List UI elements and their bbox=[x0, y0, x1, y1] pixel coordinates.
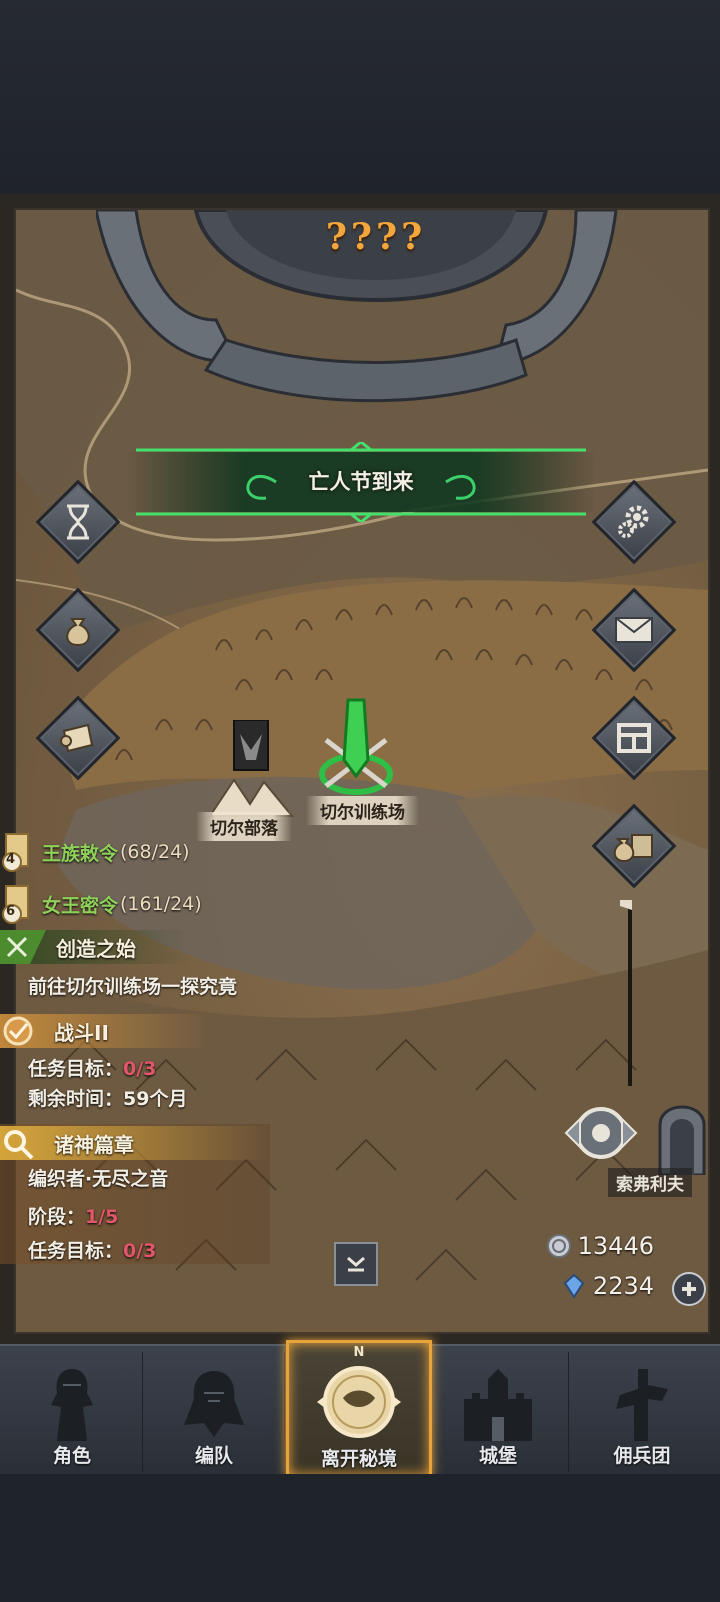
event-banner[interactable]: 亡人节到来 bbox=[126, 440, 596, 524]
supplies-button[interactable] bbox=[591, 803, 677, 889]
quest-creation-desc[interactable]: 前往切尔训练场一探究竟 bbox=[28, 972, 237, 999]
mercenary-icon bbox=[616, 1369, 668, 1441]
scroll-icon bbox=[60, 723, 94, 753]
bottom-nav: 角色 编队 N 离开秘境 城堡 佣兵团 bbox=[0, 1340, 720, 1478]
banner-text: 亡人节到来 bbox=[308, 470, 414, 494]
training-ground-label[interactable]: 切尔训练场 bbox=[306, 796, 419, 825]
quest-panel: 4 王族敕令 (68/24) 6 女王密令 (161/24) 创造之始 前往切尔… bbox=[0, 828, 330, 1268]
hourglass-button[interactable] bbox=[35, 479, 121, 565]
plus-icon bbox=[682, 1282, 696, 1296]
bottom-blank-bar bbox=[0, 1474, 720, 1602]
compass-north-letter: N bbox=[353, 1345, 365, 1360]
tribe-marker[interactable] bbox=[206, 720, 296, 820]
silver-coin-icon bbox=[546, 1234, 571, 1258]
quest-royal-decree-title: 王族敕令 bbox=[42, 842, 119, 865]
quest-royal-decree-count: (68/24) bbox=[120, 841, 190, 863]
quest-gods-goal[interactable]: 任务目标：0/3 bbox=[28, 1236, 156, 1263]
quest-queen-secret-count: (161/24) bbox=[120, 893, 202, 915]
formation-helmet-icon bbox=[184, 1371, 244, 1437]
compass-icon bbox=[317, 1366, 401, 1438]
castle-gate-icon[interactable] bbox=[656, 1095, 708, 1175]
hourglass-icon bbox=[67, 504, 89, 540]
bag-button[interactable] bbox=[35, 587, 121, 673]
quest-battle-goal[interactable]: 任务目标：0/3 bbox=[28, 1054, 156, 1081]
battle-badge-icon bbox=[3, 1016, 33, 1046]
quest-battle-header[interactable]: 战斗II bbox=[0, 1014, 210, 1048]
crossed-swords-icon bbox=[0, 930, 46, 964]
quest-gods-stage[interactable]: 阶段：1/5 bbox=[28, 1202, 118, 1229]
castle-icon bbox=[464, 1369, 532, 1441]
quest-gods-header[interactable]: 诸神篇章 bbox=[0, 1126, 270, 1160]
collapse-panel-button[interactable] bbox=[334, 1242, 378, 1286]
locate-button[interactable] bbox=[546, 1095, 656, 1171]
city-label[interactable]: 索弗利夫 bbox=[608, 1168, 692, 1197]
quest-royal-decree[interactable]: 4 王族敕令 (68/24) bbox=[0, 832, 190, 872]
quest-creation-header[interactable]: 创造之始 bbox=[0, 930, 190, 964]
crate-bag-icon bbox=[613, 834, 653, 863]
mail-button[interactable] bbox=[591, 587, 677, 673]
grid-board-icon bbox=[617, 723, 651, 753]
silver-counter: 13446 bbox=[546, 1232, 654, 1260]
money-bag-icon bbox=[66, 618, 90, 647]
quest-gods-subtitle[interactable]: 编织者·无尽之音 bbox=[28, 1164, 168, 1191]
search-icon bbox=[4, 1130, 34, 1160]
nav-leave-realm[interactable]: N 离开秘境 bbox=[286, 1340, 432, 1478]
scroll-map-button[interactable] bbox=[35, 695, 121, 781]
mail-icon bbox=[615, 617, 653, 643]
nav-formation[interactable]: 编队 bbox=[144, 1352, 285, 1472]
nav-character[interactable]: 角色 bbox=[2, 1352, 143, 1472]
chevron-down-icon bbox=[347, 1256, 365, 1272]
quest-battle-time[interactable]: 剩余时间：59个月 bbox=[28, 1084, 187, 1111]
nav-castle[interactable]: 城堡 bbox=[428, 1352, 569, 1472]
quest-queen-secret-title: 女王密令 bbox=[42, 894, 119, 917]
nav-mercenary[interactable]: 佣兵团 bbox=[572, 1352, 712, 1472]
crystal-counter: 2234 bbox=[561, 1272, 654, 1300]
decree-scroll-icon: 4 bbox=[0, 832, 34, 872]
knight-icon bbox=[51, 1369, 93, 1441]
panel-button[interactable] bbox=[591, 695, 677, 781]
add-crystal-button[interactable] bbox=[672, 1272, 706, 1306]
gear-icon bbox=[618, 505, 649, 538]
top-blank-bar bbox=[0, 0, 720, 194]
secret-scroll-icon: 6 bbox=[0, 884, 34, 924]
map-title: ???? bbox=[325, 216, 427, 258]
settings-button[interactable] bbox=[591, 479, 677, 565]
crystal-icon bbox=[563, 1273, 585, 1299]
training-ground-marker[interactable] bbox=[306, 690, 406, 800]
quest-queen-secret[interactable]: 6 女王密令 (161/24) bbox=[0, 884, 202, 924]
